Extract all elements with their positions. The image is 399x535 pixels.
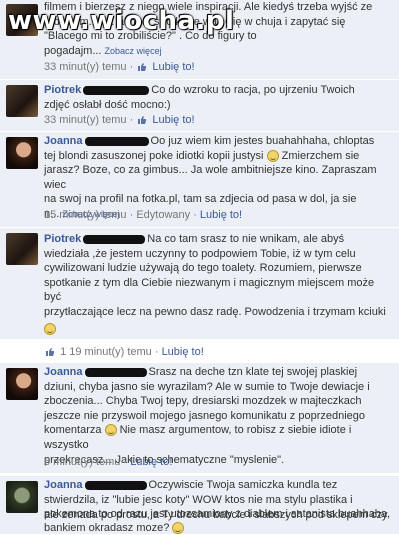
author-name[interactable]: Piotrek xyxy=(44,84,81,96)
author-name[interactable]: Joanna xyxy=(44,366,83,378)
comment-2: Joanna Oo juz wiem kim jestes buahahhaha,… xyxy=(0,132,399,228)
like-link[interactable]: Lubię to! xyxy=(152,61,194,73)
smiley-icon xyxy=(266,149,279,162)
comment-text: Joanna Srasz na deche tzn klate tej swoje… xyxy=(44,366,370,466)
comment-meta: 6 minut(y) temu · Lubię to! xyxy=(44,456,173,468)
timestamp: 33 minut(y) temu xyxy=(44,61,127,73)
redaction-bar xyxy=(83,234,146,244)
comment-text: Piotrek Na co tam srasz to nie wnikam, al… xyxy=(44,232,393,336)
redaction-bar xyxy=(84,136,149,146)
like-count[interactable]: 1 xyxy=(60,346,66,358)
redaction-bar xyxy=(84,367,147,377)
comment-text: Piotrek Co do wzroku to racja, po ujrzeni… xyxy=(44,84,355,111)
smiley-icon xyxy=(172,522,185,535)
watermark-text: www.wiocha.pl xyxy=(8,6,235,36)
comment-3: Piotrek Na co tam srasz to nie wnikam, al… xyxy=(0,228,399,340)
thumbs-up-icon xyxy=(138,116,147,125)
smiley-icon xyxy=(104,424,117,437)
comment-5-last: bankiem okradasz moze? xyxy=(44,522,185,535)
comment-5-continued: ale zenada po prostu, a Ty drechu babcie… xyxy=(44,509,388,521)
see-more-link[interactable]: Zobacz więcej xyxy=(105,46,162,56)
author-name[interactable]: Joanna xyxy=(44,135,83,147)
avatar[interactable] xyxy=(6,481,38,513)
thumbs-up-icon xyxy=(46,348,54,357)
like-link[interactable]: Lubię to! xyxy=(152,114,194,126)
timestamp: 15 minut(y) temu xyxy=(44,209,127,221)
timestamp: 6 minut(y) temu xyxy=(44,456,121,468)
thumbs-up-icon xyxy=(138,63,147,72)
avatar[interactable] xyxy=(6,368,38,400)
redaction-bar xyxy=(84,480,147,490)
edited-label: Edytowany xyxy=(136,209,191,221)
like-link[interactable]: Lubię to! xyxy=(162,346,204,358)
comment-4: Joanna Srasz na deche tzn klate tej swoje… xyxy=(0,362,399,474)
comment-meta: 33 minut(y) temu · Lubię to! xyxy=(44,114,195,126)
author-name[interactable]: Joanna xyxy=(44,479,83,491)
timestamp: 33 minut(y) temu xyxy=(44,114,127,126)
comment-meta: 33 minut(y) temu · Lubię to! xyxy=(44,61,195,73)
comment-meta: 15 minut(y) temu · Edytowany · Lubię to! xyxy=(44,209,243,221)
avatar[interactable] xyxy=(6,137,38,169)
avatar[interactable] xyxy=(6,85,38,117)
redaction-bar xyxy=(83,85,150,95)
smiley-icon xyxy=(44,322,56,335)
author-name[interactable]: Piotrek xyxy=(44,233,81,245)
like-link[interactable]: Lubię to! xyxy=(200,209,242,221)
comment-meta-3: 1 19 minut(y) temu · Lubię to! xyxy=(44,346,204,358)
like-link[interactable]: Lubię to! xyxy=(130,456,172,468)
avatar[interactable] xyxy=(6,233,38,265)
comment-1: Piotrek Co do wzroku to racja, po ujrzeni… xyxy=(0,80,399,132)
timestamp: 19 minut(y) temu xyxy=(69,346,152,358)
